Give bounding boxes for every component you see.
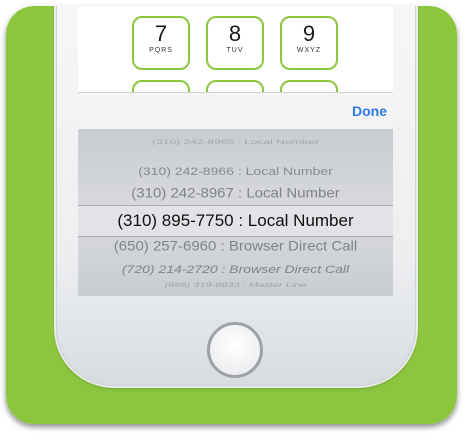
picker-option[interactable]: (310) 242-8967 : Local Number — [78, 186, 393, 202]
key-digit: 9 — [302, 21, 316, 46]
picker-option[interactable]: (866) 319-8833 : Master Line — [78, 281, 393, 288]
number-picker[interactable]: (310) 242-8965 : Local Number (310) 242-… — [78, 129, 393, 296]
picker-toolbar: Done — [78, 92, 393, 130]
phone-illustration-frame: 7 PQRS 8 TUV 9 WXYZ Done (310) 242-8965 … — [6, 6, 457, 424]
picker-option[interactable]: (720) 214-2720 : Browser Direct Call — [78, 262, 393, 275]
key-9[interactable]: 9 WXYZ — [280, 16, 338, 70]
key-8[interactable]: 8 TUV — [206, 16, 264, 70]
key-letters: TUV — [226, 47, 244, 54]
picker-option[interactable]: (310) 242-8966 : Local Number — [78, 164, 393, 177]
key-7[interactable]: 7 PQRS — [132, 16, 190, 70]
done-button[interactable]: Done — [352, 103, 387, 119]
key-digit: 8 — [228, 21, 242, 46]
picker-option[interactable]: (310) 242-8965 : Local Number — [78, 138, 393, 146]
key-digit: 7 — [154, 21, 168, 46]
picker-option[interactable]: (650) 257-6960 : Browser Direct Call — [78, 239, 393, 255]
key-letters: PQRS — [149, 47, 173, 54]
key-letters: WXYZ — [296, 47, 322, 54]
phone-screen: 7 PQRS 8 TUV 9 WXYZ Done (310) 242-8965 … — [78, 6, 393, 296]
home-button-icon[interactable] — [207, 322, 263, 378]
picker-option-selected[interactable]: (310) 895-7750 : Local Number — [78, 211, 393, 231]
